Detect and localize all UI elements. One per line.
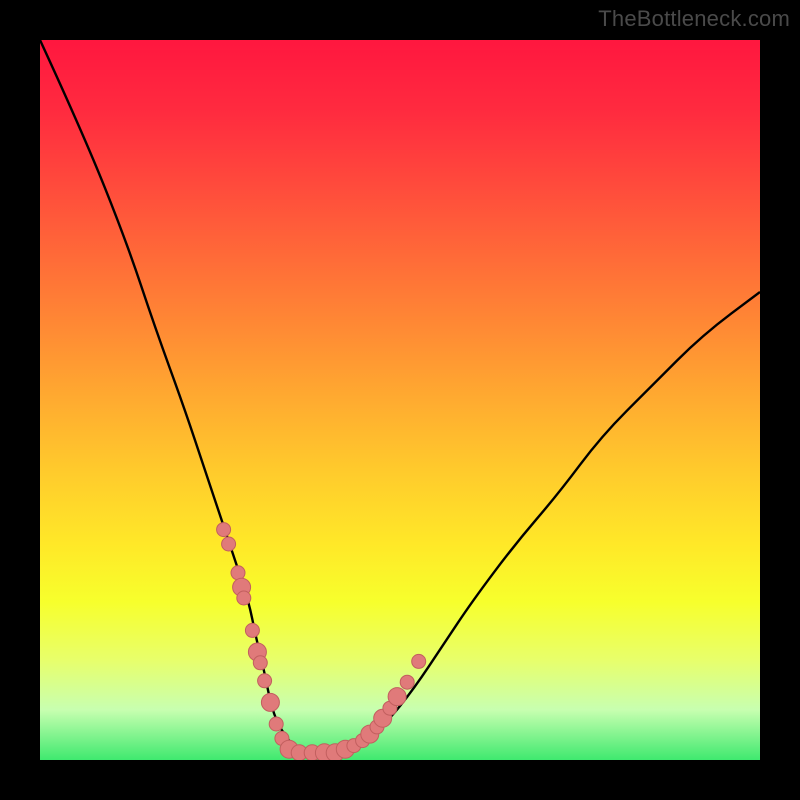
curve-marker — [217, 523, 231, 537]
curve-marker — [231, 566, 245, 580]
curve-marker — [222, 537, 236, 551]
plot-area — [40, 40, 760, 760]
curve-markers — [217, 523, 426, 760]
curve-marker — [261, 693, 279, 711]
bottleneck-curve-svg — [40, 40, 760, 760]
curve-marker — [388, 688, 406, 706]
chart-frame: TheBottleneck.com — [0, 0, 800, 800]
curve-marker — [412, 654, 426, 668]
curve-marker — [269, 717, 283, 731]
curve-marker — [253, 656, 267, 670]
curve-marker — [400, 675, 414, 689]
attribution-label: TheBottleneck.com — [598, 6, 790, 32]
curve-marker — [258, 674, 272, 688]
curve-marker — [237, 591, 251, 605]
bottleneck-curve — [40, 40, 760, 753]
curve-marker — [245, 623, 259, 637]
